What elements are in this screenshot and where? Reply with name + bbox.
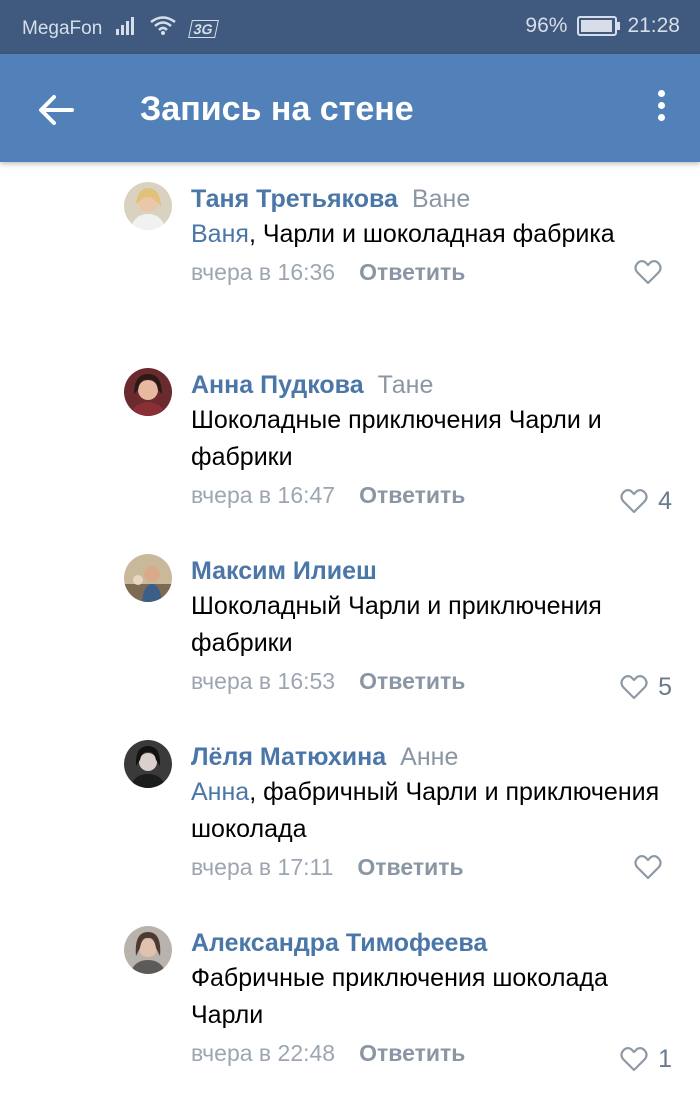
comment-body: Шоколадные приключения Чарли и фабрики (191, 406, 602, 471)
reply-to-name[interactable]: Тане (378, 371, 434, 399)
reply-button[interactable]: Ответить (359, 482, 465, 508)
like-button[interactable]: 4 (620, 482, 672, 520)
comment-time: вчера в 16:36 (191, 259, 336, 285)
reply-button[interactable]: Ответить (359, 259, 465, 285)
comment-author[interactable]: Александра Тимофеева (191, 929, 487, 957)
battery-percent: 96% (525, 14, 568, 37)
signal-icon (116, 17, 136, 41)
comment-text: Ваня, Чарли и шоколадная фабрика (191, 216, 672, 253)
network-type-icon: 3G (188, 20, 219, 38)
comment-text: Шоколадный Чарли и приключения фабрики (191, 588, 672, 662)
wifi-icon (150, 16, 177, 42)
comment-author[interactable]: Таня Третьякова (191, 185, 398, 213)
mention-link[interactable]: Анна (191, 778, 249, 806)
like-count: 4 (658, 487, 672, 515)
heart-icon (634, 260, 662, 285)
like-button[interactable]: 5 (620, 668, 672, 706)
reply-to-name[interactable]: Ване (412, 185, 470, 213)
like-button[interactable]: 1 (620, 1040, 672, 1078)
reply-to-name[interactable]: Анне (400, 743, 458, 771)
comment-body: Шоколадный Чарли и приключения фабрики (191, 592, 602, 657)
comment-author[interactable]: Лёля Матюхина (191, 743, 386, 771)
more-vertical-icon[interactable] (652, 90, 670, 130)
heart-icon (620, 1047, 648, 1072)
comment-body: Фабричные приключения шоколада Чарли (191, 964, 608, 1029)
comment-item: Таня Третьякова Ване Ваня, Чарли и шокола… (0, 162, 700, 348)
reply-button[interactable]: Ответить (359, 668, 465, 694)
comment-item: Максим Илиеш Шоколадный Чарли и приключе… (0, 534, 700, 720)
comment-time: вчера в 17:11 (191, 854, 334, 880)
comment-author[interactable]: Анна Пудкова (191, 371, 364, 399)
like-button[interactable] (634, 854, 672, 880)
avatar[interactable] (124, 554, 172, 602)
app-bar: Запись на стене (0, 54, 700, 162)
comment-text: Фабричные приключения шоколада Чарли (191, 960, 672, 1034)
back-arrow-icon[interactable] (34, 88, 78, 132)
comment-time: вчера в 16:47 (191, 482, 336, 508)
avatar[interactable] (124, 926, 172, 974)
comment-text: Шоколадные приключения Чарли и фабрики (191, 402, 672, 476)
comment-item: Лёля Матюхина Анне Анна, фабричный Чарли … (0, 720, 700, 906)
carrier-label: MegaFon (22, 18, 103, 39)
comment-author[interactable]: Максим Илиеш (191, 557, 377, 585)
battery-icon (577, 16, 621, 36)
like-count: 1 (658, 1045, 672, 1073)
comments-list: Таня Третьякова Ване Ваня, Чарли и шокола… (0, 162, 700, 1092)
heart-icon (620, 675, 648, 700)
comment-item: Анна Пудкова Тане Шоколадные приключения … (0, 348, 700, 534)
mention-link[interactable]: Ваня (191, 220, 249, 248)
page-title: Запись на стене (140, 90, 414, 128)
status-bar: MegaFon 3G 96% 21:28 (0, 0, 700, 54)
like-button[interactable] (634, 259, 672, 285)
avatar[interactable] (124, 368, 172, 416)
avatar[interactable] (124, 740, 172, 788)
clock: 21:28 (627, 14, 680, 37)
comment-time: вчера в 16:53 (191, 668, 336, 694)
comment-item: Александра Тимофеева Фабричные приключен… (0, 906, 700, 1092)
comment-text: Анна, фабричный Чарли и приключения шоко… (191, 774, 672, 848)
heart-icon (634, 855, 662, 880)
reply-button[interactable]: Ответить (357, 854, 463, 880)
heart-icon (620, 489, 648, 514)
comment-time: вчера в 22:48 (191, 1040, 336, 1066)
comment-body: , фабричный Чарли и приключения шоколада (191, 778, 660, 843)
like-count: 5 (658, 673, 672, 701)
reply-button[interactable]: Ответить (359, 1040, 465, 1066)
avatar[interactable] (124, 182, 172, 230)
comment-body: , Чарли и шоколадная фабрика (248, 220, 615, 248)
